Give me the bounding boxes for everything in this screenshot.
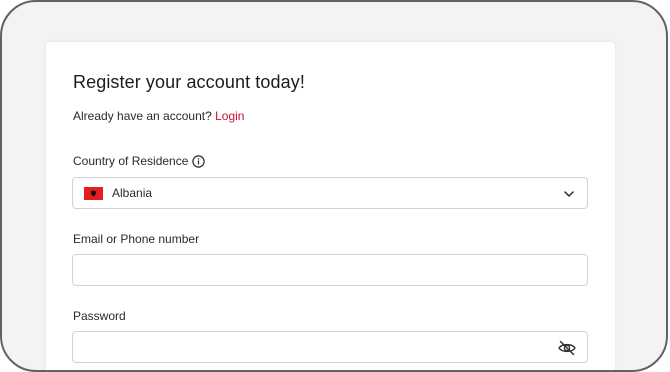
email-field[interactable] xyxy=(73,255,587,285)
login-prompt-row: Already have an account? Login xyxy=(73,109,244,123)
email-label: Email or Phone number xyxy=(73,232,200,246)
login-link[interactable]: Login xyxy=(215,109,244,123)
country-label-row: Country of Residence xyxy=(73,154,206,168)
password-label-row: Password xyxy=(73,309,126,323)
password-field-wrapper xyxy=(72,331,588,363)
country-select[interactable]: Albania xyxy=(72,177,588,209)
info-icon[interactable] xyxy=(192,154,206,168)
registration-card: Register your account today! Already hav… xyxy=(46,42,615,370)
eye-off-icon[interactable] xyxy=(557,339,577,357)
device-frame: Register your account today! Already hav… xyxy=(0,0,668,372)
password-label: Password xyxy=(73,309,126,323)
country-selected-value: Albania xyxy=(112,186,153,200)
albania-flag-icon xyxy=(84,186,103,200)
email-field-wrapper xyxy=(72,254,588,286)
email-label-row: Email or Phone number xyxy=(73,232,199,246)
password-field[interactable] xyxy=(73,332,587,362)
login-prompt-text: Already have an account? xyxy=(73,109,212,123)
page-title: Register your account today! xyxy=(73,72,305,92)
chevron-down-icon xyxy=(564,191,574,197)
country-label: Country of Residence xyxy=(73,154,189,168)
